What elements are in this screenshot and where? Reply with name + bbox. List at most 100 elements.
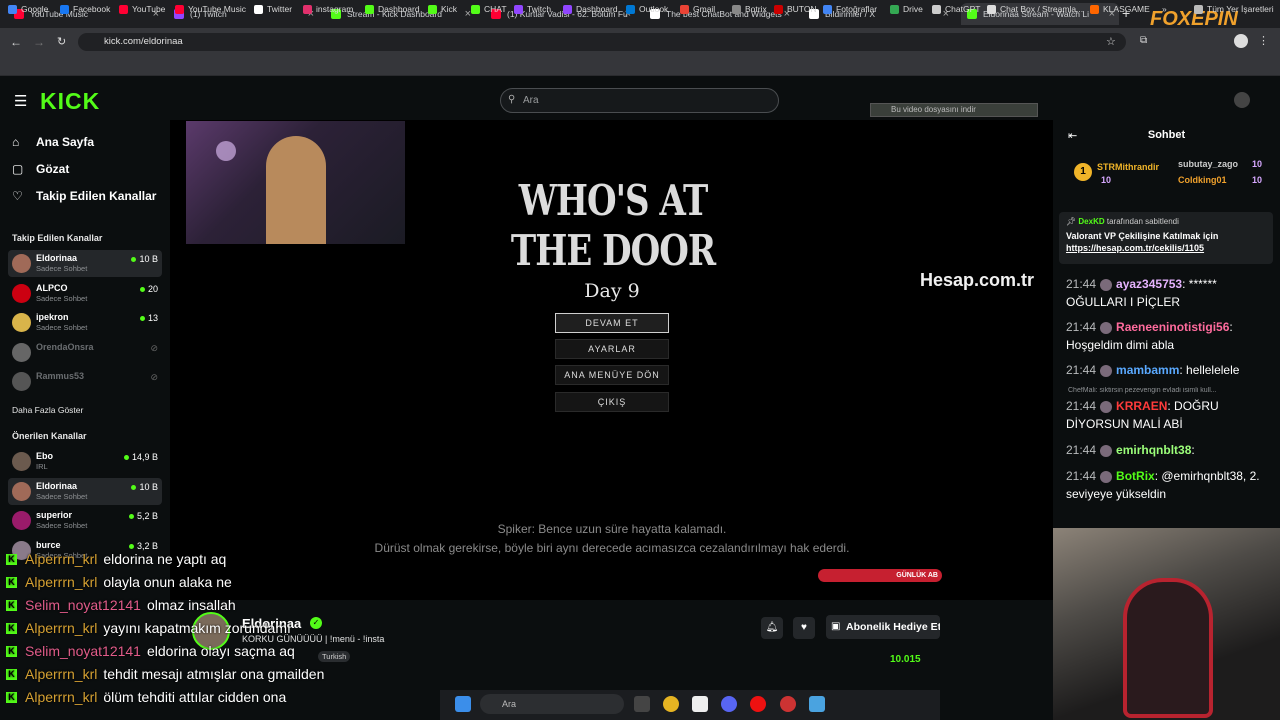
bookmark-item[interactable]: Twitter xyxy=(254,4,292,14)
sidebar-channel[interactable]: superior Sadece Sohbet 5,2 B xyxy=(8,507,162,534)
notification-bell-icon[interactable]: 🔔︎ xyxy=(761,617,783,639)
pinned-message[interactable]: 📌︎ DexKD tarafından sabitlendi Valorant … xyxy=(1059,212,1273,264)
all-bookmarks-folder[interactable]: Tüm Yer İşaretleri xyxy=(1194,4,1274,14)
menu-hamburger-icon[interactable]: ☰ xyxy=(14,92,27,110)
chat-message[interactable]: 21:44 BotRix: @emirhqnblt38, 2. seviyeye … xyxy=(1066,467,1266,503)
chrome-icon[interactable] xyxy=(663,696,679,712)
pinned-text: Valorant VP Çekilişine Katılmak için xyxy=(1066,231,1219,241)
secondary-webcam xyxy=(1053,528,1280,720)
bookmark-item[interactable]: Outlook xyxy=(626,4,668,14)
bookmark-item[interactable]: Twitch xyxy=(514,4,551,14)
download-video-bar[interactable]: Bu video dosyasını indir xyxy=(870,103,1038,117)
channel-avatar xyxy=(12,254,31,273)
bookmark-item[interactable]: ChatGPT xyxy=(932,4,980,14)
capcut-icon[interactable] xyxy=(692,696,708,712)
language-tag[interactable]: Turkish xyxy=(318,651,351,662)
pinned-by-user[interactable]: DexKD xyxy=(1078,217,1104,226)
sidebar-channel[interactable]: ipekron Sadece Sohbet 13 xyxy=(8,309,162,336)
kick-badge-icon: K xyxy=(6,668,17,680)
bookmark-item[interactable]: Dashboard xyxy=(563,4,618,14)
bookmark-item[interactable]: BUTON xyxy=(774,4,817,14)
bookmark-item[interactable]: Gmail xyxy=(680,4,715,14)
user-badge-icon xyxy=(1100,470,1113,483)
menu-main-menu-button[interactable]: ANA MENÜYE DÖN xyxy=(555,365,669,385)
opera-icon[interactable] xyxy=(750,696,766,712)
chat-message[interactable]: 21:44 emirhqnblt38: xyxy=(1066,441,1266,459)
sidebar-channel[interactable]: Ebo IRL 14,9 B xyxy=(8,448,162,475)
browser-menu-icon[interactable]: ⋮ xyxy=(1258,34,1269,47)
bookmarks-bar xyxy=(0,56,1280,76)
nav-following[interactable]: ♡ Takip Edilen Kanallar xyxy=(12,189,156,203)
sidebar-channel[interactable]: Rammus53 ⊘ xyxy=(8,368,162,395)
gift-subscription-button[interactable]: Abonelik Hediye Et xyxy=(826,615,940,639)
bookmark-item[interactable]: Google xyxy=(8,4,48,14)
followed-channels-heading: Takip Edilen Kanallar xyxy=(12,233,103,243)
sidebar-channel[interactable]: ALPCO Sadece Sohbet 20 xyxy=(8,280,162,307)
sidebar-channel[interactable]: OrendaOnsra ⊘ xyxy=(8,339,162,366)
chat-message[interactable]: 21:44 mambamm: hellelelele xyxy=(1066,361,1266,379)
windows-start-icon[interactable] xyxy=(455,696,471,712)
back-icon[interactable]: ← xyxy=(10,35,22,49)
channel-avatar xyxy=(12,511,31,530)
reload-icon[interactable]: ↻ xyxy=(57,35,66,48)
bookmark-item[interactable]: Botrix xyxy=(732,4,767,14)
bookmark-favicon-icon xyxy=(823,4,832,14)
overlay-chat-line: K Selim_noyat12141 olmaz insallah xyxy=(6,597,236,613)
lamp-light xyxy=(216,141,236,161)
app-blue-icon[interactable] xyxy=(809,696,825,712)
menu-exit-button[interactable]: ÇIKIŞ xyxy=(555,392,669,412)
forward-icon[interactable]: → xyxy=(33,35,45,49)
sidebar-channel[interactable]: Eldorinaa Sadece Sohbet 10 B xyxy=(8,250,162,277)
viewer-count: 20 xyxy=(140,284,158,294)
menu-continue-button[interactable]: DEVAM ET xyxy=(555,313,669,333)
gifter-name-2[interactable]: subutay_zago xyxy=(1178,159,1238,169)
nav-home[interactable]: ⌂ Ana Sayfa xyxy=(12,135,94,149)
channel-avatar xyxy=(12,481,31,501)
taskbar-app-icon[interactable] xyxy=(634,696,650,712)
chat-message[interactable]: 21:44 KRRAEN: DOĞRU DİYORSUN MALİ ABİ xyxy=(1066,397,1266,433)
viewer-count: 14,9 B xyxy=(124,452,158,462)
taskbar-search[interactable]: Ara xyxy=(480,694,624,714)
kick-logo[interactable]: KICK xyxy=(40,88,100,115)
bookmark-item[interactable]: YouTube xyxy=(119,4,165,14)
profile-icon[interactable] xyxy=(1234,34,1248,48)
discord-icon[interactable] xyxy=(721,696,737,712)
follow-heart-icon[interactable]: ♥ xyxy=(793,617,815,639)
bookmark-star-icon[interactable]: ☆ xyxy=(1106,35,1116,48)
bookmark-item[interactable]: KLASGAME xyxy=(1090,4,1150,14)
chat-message[interactable]: 21:44 ayaz345753: ****** OĞULLARI I PİÇLE… xyxy=(1066,275,1266,311)
bookmark-item[interactable]: Facebook xyxy=(60,4,110,14)
search-input[interactable]: Ara xyxy=(500,88,779,113)
pinned-link[interactable]: https://hesap.com.tr/cekilis/1105 xyxy=(1066,243,1266,253)
bookmark-favicon-icon xyxy=(254,4,263,14)
chat-message[interactable]: 21:44 Raeneeninotistigi56: Hoşgeldim dimi… xyxy=(1066,318,1266,354)
overlay-chat-line: K Alperrrn_krl ölüm tehditi attılar cidden… xyxy=(6,689,286,705)
gifter-name-3[interactable]: Coldking01 xyxy=(1178,175,1227,185)
bookmark-overflow-icon[interactable]: » xyxy=(1162,4,1167,14)
extensions-icon[interactable]: ⧉ xyxy=(1140,35,1147,46)
url-field[interactable]: kick.com/eldorinaa xyxy=(78,33,1126,51)
bookmark-item[interactable]: Chat Box / Streamla... xyxy=(987,4,1083,14)
user-badge-icon xyxy=(1100,400,1113,413)
pin-icon: 📌︎ xyxy=(1066,217,1079,226)
viewer-count: 3,2 B xyxy=(129,541,158,551)
bookmark-item[interactable]: Drive xyxy=(890,4,923,14)
bookmark-item[interactable]: Kick xyxy=(428,4,457,14)
bookmark-favicon-icon xyxy=(119,4,128,14)
nav-browse[interactable]: ▢ Gözat xyxy=(12,162,69,176)
bookmark-item[interactable]: CHAT xyxy=(471,4,507,14)
top-gifter-count: 10 xyxy=(1101,175,1112,185)
sidebar-channel[interactable]: Eldorinaa Sadece Sohbet 10 B xyxy=(8,477,162,505)
show-more-link[interactable]: Daha Fazla Göster xyxy=(12,405,83,415)
bookmark-item[interactable]: instagram xyxy=(303,4,353,14)
app-red-icon[interactable] xyxy=(780,696,796,712)
menu-settings-button[interactable]: AYARLAR xyxy=(555,339,669,359)
top-gifter-name[interactable]: STRMithrandir xyxy=(1097,162,1159,172)
bookmark-item[interactable]: YouTube Music xyxy=(175,4,246,14)
bookmark-item[interactable]: Fotoğraflar xyxy=(823,4,877,14)
user-avatar[interactable] xyxy=(1234,92,1250,108)
bookmark-item[interactable]: Dashboard xyxy=(365,4,420,14)
subtitle-line-2: Dürüst olmak gerekirse, böyle biri aynı … xyxy=(374,541,850,555)
heart-icon: ♡ xyxy=(12,189,23,203)
gift-icon: ▣ xyxy=(831,621,841,632)
